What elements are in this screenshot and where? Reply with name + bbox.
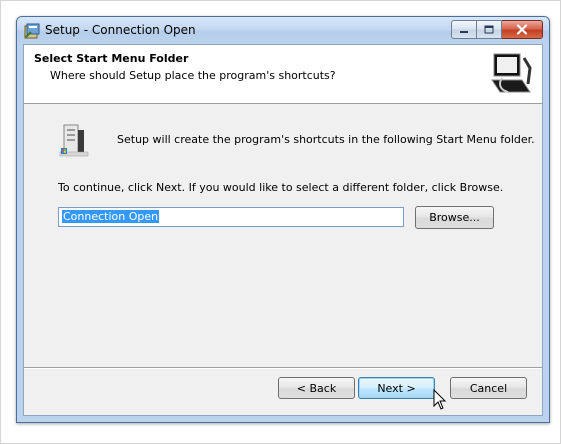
page-subtitle: Where should Setup place the program's s… <box>50 69 336 82</box>
mouse-cursor-icon <box>433 389 447 410</box>
close-icon <box>516 24 528 35</box>
close-button[interactable] <box>502 20 543 39</box>
back-button[interactable]: < Back <box>278 377 355 399</box>
window-title: Setup - Connection Open <box>45 23 196 37</box>
maximize-button[interactable] <box>477 20 502 39</box>
page-title: Select Start Menu Folder <box>34 52 189 65</box>
caption-buttons <box>451 20 543 39</box>
instruction-text: To continue, click Next. If you would li… <box>58 181 504 194</box>
browse-button[interactable]: Browse... <box>415 206 494 229</box>
wizard-header: Select Start Menu Folder Where should Se… <box>24 45 542 104</box>
dialog-client-area: Select Start Menu Folder Where should Se… <box>23 44 543 416</box>
setup-app-icon <box>24 23 40 39</box>
maximize-icon <box>484 25 494 34</box>
cancel-button[interactable]: Cancel <box>450 377 527 399</box>
minimize-icon <box>460 30 468 33</box>
footer-divider <box>24 367 542 369</box>
start-menu-folder-input[interactable]: Connection Open <box>58 207 404 227</box>
info-text: Setup will create the program's shortcut… <box>117 133 535 146</box>
setup-window: Setup - Connection Open Select Start Men… <box>16 16 550 423</box>
installer-computer-icon <box>484 48 536 100</box>
start-menu-folder-icon <box>59 124 89 157</box>
title-bar[interactable]: Setup - Connection Open <box>17 17 549 44</box>
folder-input-value: Connection Open <box>62 210 160 223</box>
minimize-button[interactable] <box>451 20 477 39</box>
wizard-content: Setup will create the program's shortcut… <box>24 104 542 367</box>
next-button[interactable]: Next > <box>358 377 435 399</box>
